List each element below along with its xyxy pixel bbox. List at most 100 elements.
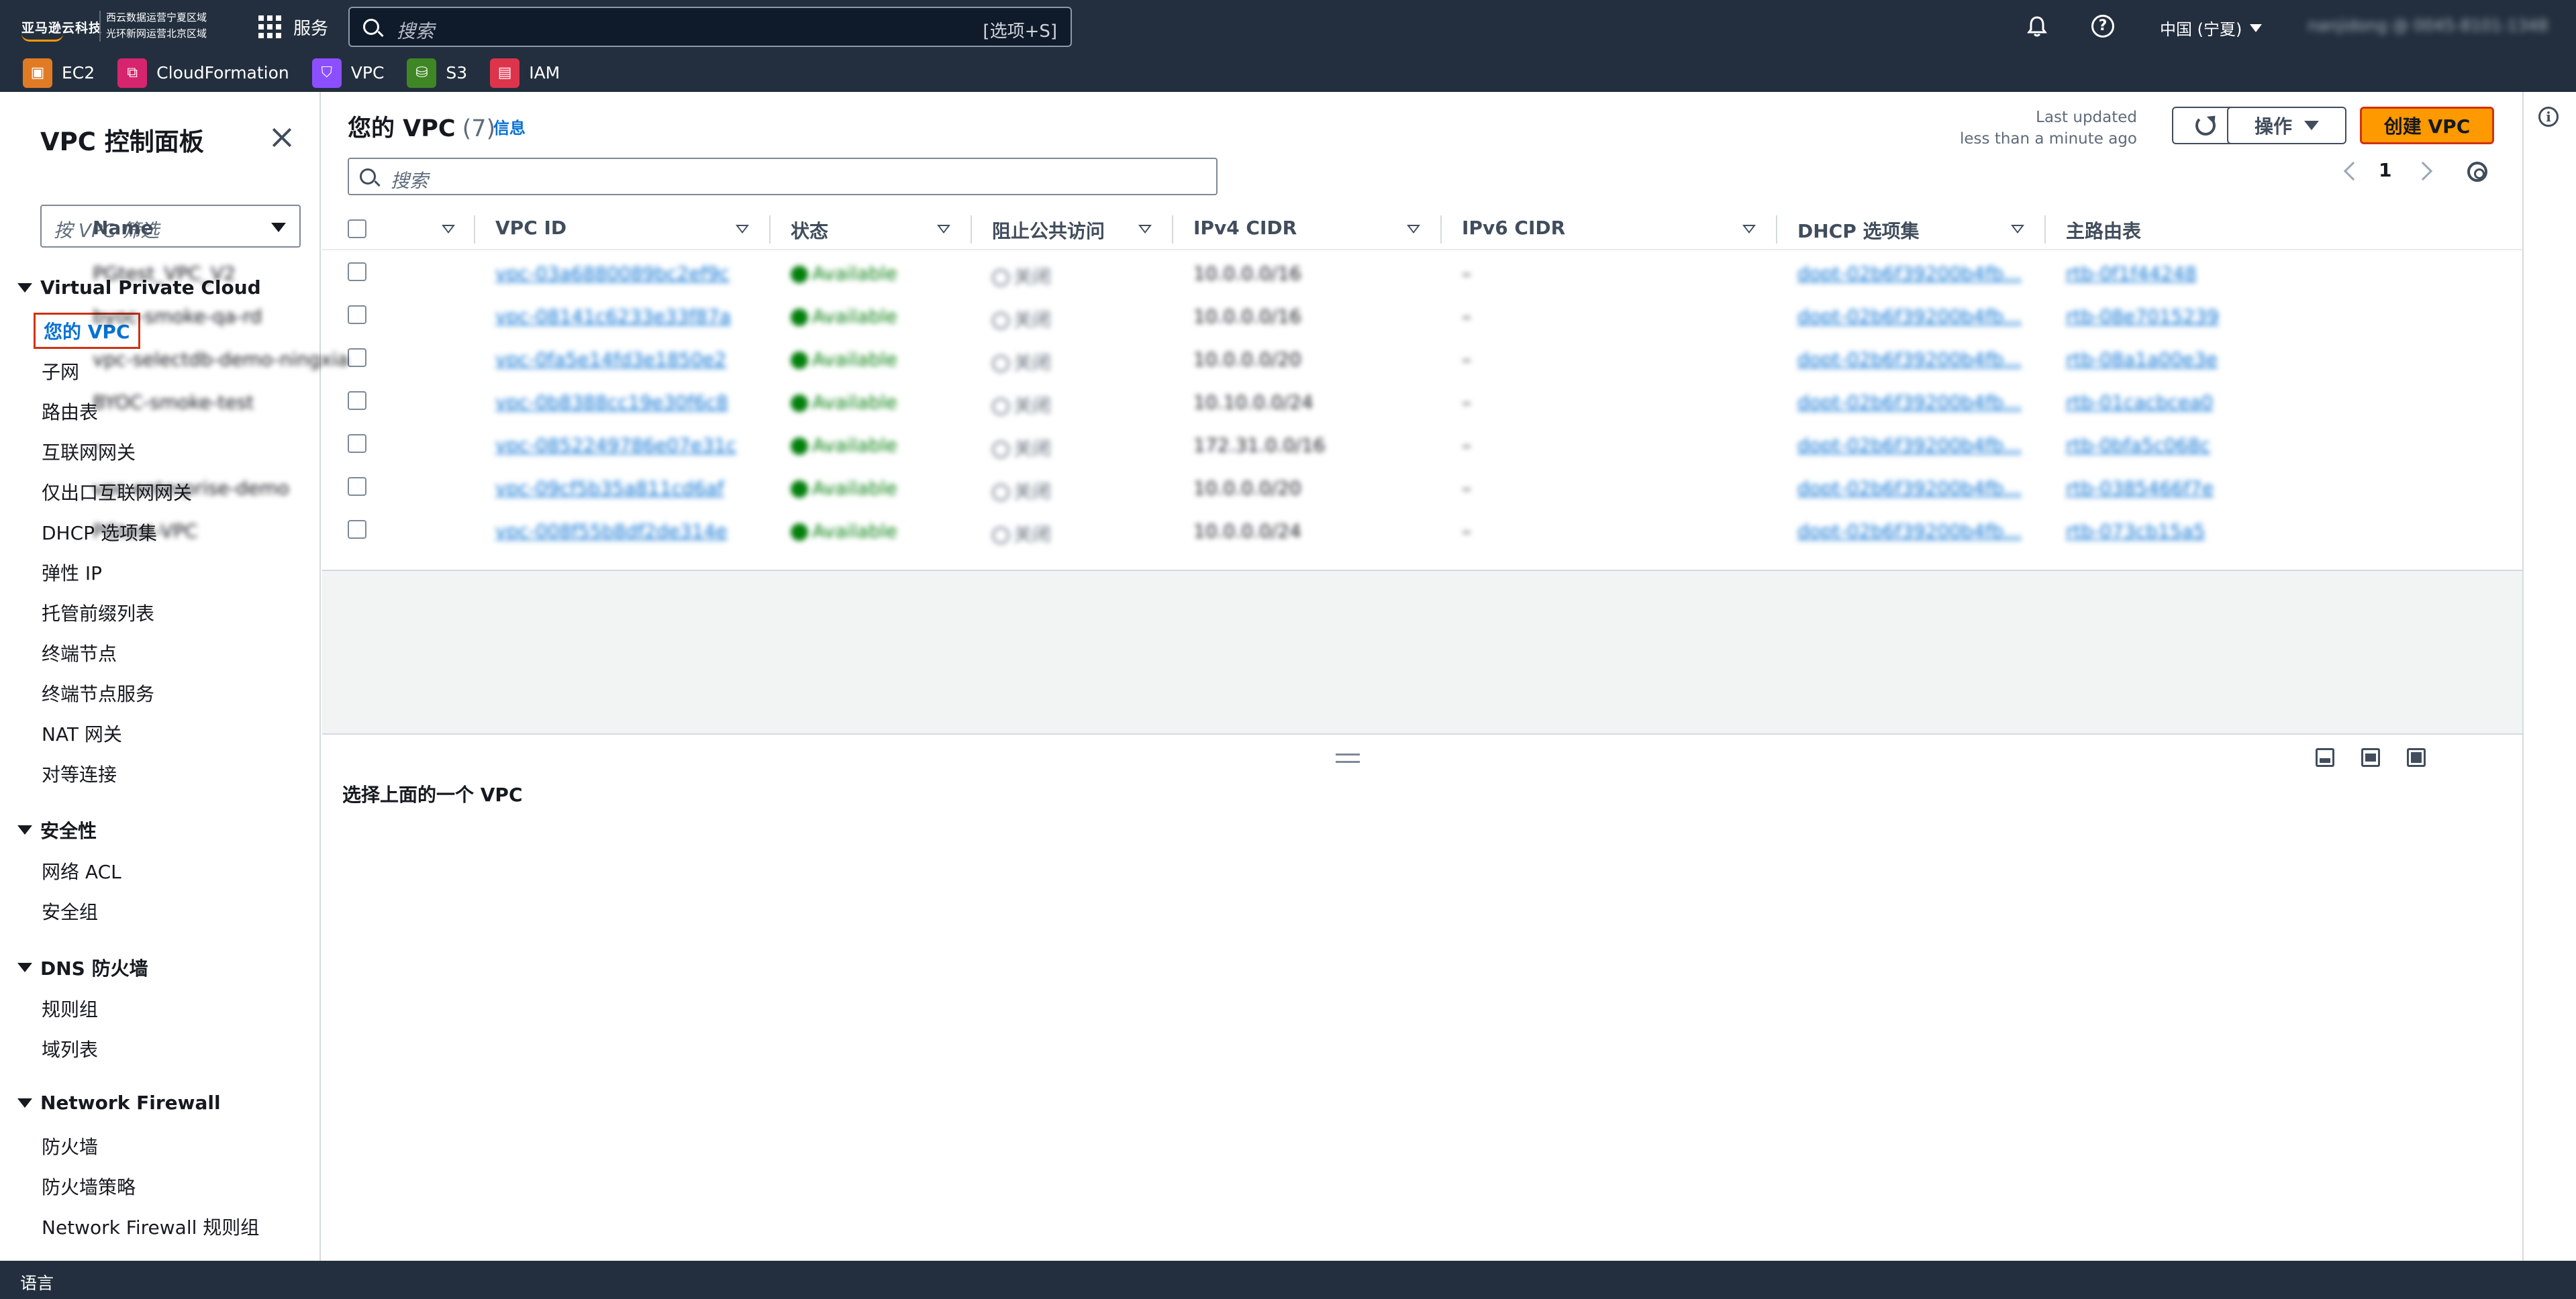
previous-page-icon[interactable] xyxy=(2343,161,2363,181)
nav-section-header[interactable]: Network Firewall xyxy=(17,1092,221,1114)
sidebar-item[interactable]: 托管前缀列表 xyxy=(42,599,154,626)
actions-button[interactable]: 操作 xyxy=(2227,107,2346,144)
split-full-icon[interactable] xyxy=(2407,748,2426,767)
favorite-vpc[interactable]: ⛉ VPC xyxy=(311,58,384,88)
cell-dhcp[interactable]: dopt-02b6f39200b4fb... xyxy=(1797,262,2022,284)
table-row[interactable]: – vpc-0852249786e07e31c Available 关闭 172.31.… xyxy=(93,422,2522,465)
cell-dhcp[interactable]: dopt-02b6f39200b4fb... xyxy=(1797,434,2022,456)
sidebar-item[interactable]: 子网 xyxy=(42,358,79,384)
row-checkbox[interactable] xyxy=(348,305,366,324)
sidebar-item[interactable]: Network Firewall 规则组 xyxy=(42,1213,259,1240)
gear-icon[interactable] xyxy=(2467,162,2487,182)
sidebar-item[interactable]: 域列表 xyxy=(42,1035,98,1062)
select-all-checkbox[interactable] xyxy=(348,219,366,238)
sidebar-item[interactable]: 路由表 xyxy=(42,398,98,425)
table-row[interactable]: byoc-smoke-qa-rd vpc-08141c6233e33f87a Ava… xyxy=(93,293,2522,336)
sort-icon[interactable] xyxy=(442,225,455,233)
row-checkbox[interactable] xyxy=(348,391,366,410)
sidebar-item[interactable]: 规则组 xyxy=(42,995,98,1022)
sort-icon[interactable] xyxy=(2011,225,2024,233)
help-icon[interactable]: ? xyxy=(2091,15,2114,38)
current-page-number[interactable]: 1 xyxy=(2379,159,2391,181)
services-button[interactable]: 服务 xyxy=(258,15,328,39)
column-header[interactable]: IPv6 CIDR xyxy=(1462,217,1565,239)
column-resizer[interactable] xyxy=(1776,215,1777,244)
cell-vpc-id[interactable]: vpc-0fa5e14fd3e1850e2 xyxy=(495,348,726,370)
cell-rtb[interactable]: rtb-01cacbcea0 xyxy=(2066,391,2213,413)
create-vpc-button[interactable]: 创建 VPC xyxy=(2360,107,2494,144)
column-header[interactable]: IPv4 CIDR xyxy=(1193,217,1297,239)
global-search-input[interactable]: 搜索 [选项+S] xyxy=(348,7,1072,47)
vpc-filter-select[interactable]: 按 VPC 筛选 xyxy=(40,205,301,248)
sidebar-item[interactable]: 防火墙策略 xyxy=(42,1173,136,1200)
favorite-cloudformation[interactable]: ⧉ CloudFormation xyxy=(117,58,289,88)
table-row[interactable]: BYOC-smoke-test vpc-0b8388cc19e30f6c8 Avai… xyxy=(93,379,2522,422)
region-selector[interactable]: 中国 (宁夏) xyxy=(2160,16,2263,40)
next-page-icon[interactable] xyxy=(2413,161,2433,181)
sidebar-item[interactable]: NAT 网关 xyxy=(42,720,122,747)
table-row[interactable]: vpc-enterprise-demo vpc-09cf5b35a811cd6af… xyxy=(93,465,2522,508)
sort-icon[interactable] xyxy=(1407,225,1420,233)
account-menu[interactable]: nanjidong @ 0045-8101-1348 xyxy=(2308,16,2548,35)
table-search-input[interactable]: 搜索 xyxy=(348,158,1218,195)
sort-icon[interactable] xyxy=(1138,225,1152,233)
column-header[interactable]: VPC ID xyxy=(495,217,566,239)
cell-rtb[interactable]: rtb-08e7015239 xyxy=(2066,305,2219,327)
split-bottom-icon[interactable] xyxy=(2316,748,2334,767)
bell-icon[interactable] xyxy=(2026,15,2048,38)
favorite-s3[interactable]: ⛁ S3 xyxy=(407,58,467,88)
column-header[interactable]: 主路由表 xyxy=(2066,217,2141,244)
cell-rtb[interactable]: rtb-0f1f44248 xyxy=(2066,262,2197,284)
cell-dhcp[interactable]: dopt-02b6f39200b4fb... xyxy=(1797,391,2022,413)
column-resizer[interactable] xyxy=(2044,215,2046,244)
table-row[interactable]: PGtest-VPC vpc-008f55b8df2de314e Available… xyxy=(93,508,2522,551)
row-checkbox[interactable] xyxy=(348,262,366,281)
column-header[interactable]: DHCP 选项集 xyxy=(1797,217,1920,244)
language-selector[interactable]: 语言 xyxy=(20,1270,54,1294)
column-resizer[interactable] xyxy=(769,215,771,244)
column-resizer[interactable] xyxy=(1440,215,1442,244)
sidebar-item[interactable]: 终端节点服务 xyxy=(42,680,154,707)
cell-dhcp[interactable]: dopt-02b6f39200b4fb... xyxy=(1797,477,2022,499)
cell-vpc-id[interactable]: vpc-0852249786e07e31c xyxy=(495,434,736,456)
sidebar-item[interactable]: 网络 ACL xyxy=(42,858,121,884)
cell-vpc-id[interactable]: vpc-008f55b8df2de314e xyxy=(495,520,727,542)
cell-vpc-id[interactable]: vpc-03a6880089bc2ef9c xyxy=(495,262,730,284)
cell-dhcp[interactable]: dopt-02b6f39200b4fb... xyxy=(1797,348,2022,370)
cell-vpc-id[interactable]: vpc-0b8388cc19e30f6c8 xyxy=(495,391,728,413)
sidebar-item[interactable]: 互联网网关 xyxy=(42,438,136,465)
nav-section-header[interactable]: 安全性 xyxy=(17,817,97,843)
cell-dhcp[interactable]: dopt-02b6f39200b4fb... xyxy=(1797,520,2022,542)
cell-rtb[interactable]: rtb-08a1a00e3e xyxy=(2066,348,2218,370)
table-row[interactable]: vpc-selectdb-demo-ningxia vpc-0fa5e14fd3e… xyxy=(93,336,2522,379)
table-row[interactable]: PGtest_VPC_V2 vpc-03a6880089bc2ef9c Availa… xyxy=(93,250,2522,293)
column-resizer[interactable] xyxy=(971,215,972,244)
column-resizer[interactable] xyxy=(1172,215,1173,244)
column-header[interactable]: 状态 xyxy=(791,217,828,244)
row-checkbox[interactable] xyxy=(348,348,366,367)
sidebar-item[interactable]: 终端节点 xyxy=(42,639,117,666)
row-checkbox[interactable] xyxy=(348,477,366,496)
sidebar-item[interactable]: 防火墙 xyxy=(42,1133,98,1159)
nav-section-header[interactable]: DNS 防火墙 xyxy=(17,954,148,981)
close-icon[interactable] xyxy=(268,124,295,151)
cell-dhcp[interactable]: dopt-02b6f39200b4fb... xyxy=(1797,305,2022,327)
info-link[interactable]: 信息 xyxy=(493,115,526,138)
favorite-iam[interactable]: ▤ IAM xyxy=(490,58,560,88)
row-checkbox[interactable] xyxy=(348,520,366,539)
sort-icon[interactable] xyxy=(1742,225,1756,233)
column-resizer[interactable] xyxy=(474,215,475,244)
info-icon[interactable]: i xyxy=(2538,107,2559,127)
sidebar-item[interactable]: 弹性 IP xyxy=(42,559,102,586)
cell-vpc-id[interactable]: vpc-08141c6233e33f87a xyxy=(495,305,731,327)
sidebar-item[interactable]: 对等连接 xyxy=(42,760,117,787)
column-header[interactable]: Name xyxy=(93,217,154,239)
row-checkbox[interactable] xyxy=(348,434,366,453)
cell-rtb[interactable]: rtb-073cb15a5 xyxy=(2066,520,2206,542)
cell-rtb[interactable]: rtb-0bfa5c068c xyxy=(2066,434,2210,456)
cell-rtb[interactable]: rtb-0385466f7e xyxy=(2066,477,2214,499)
cell-vpc-id[interactable]: vpc-09cf5b35a811cd6af xyxy=(495,477,724,499)
split-panel-drag-handle[interactable] xyxy=(1336,754,1360,763)
split-side-icon[interactable] xyxy=(2361,748,2380,767)
favorite-ec2[interactable]: ▣ EC2 xyxy=(23,58,95,88)
